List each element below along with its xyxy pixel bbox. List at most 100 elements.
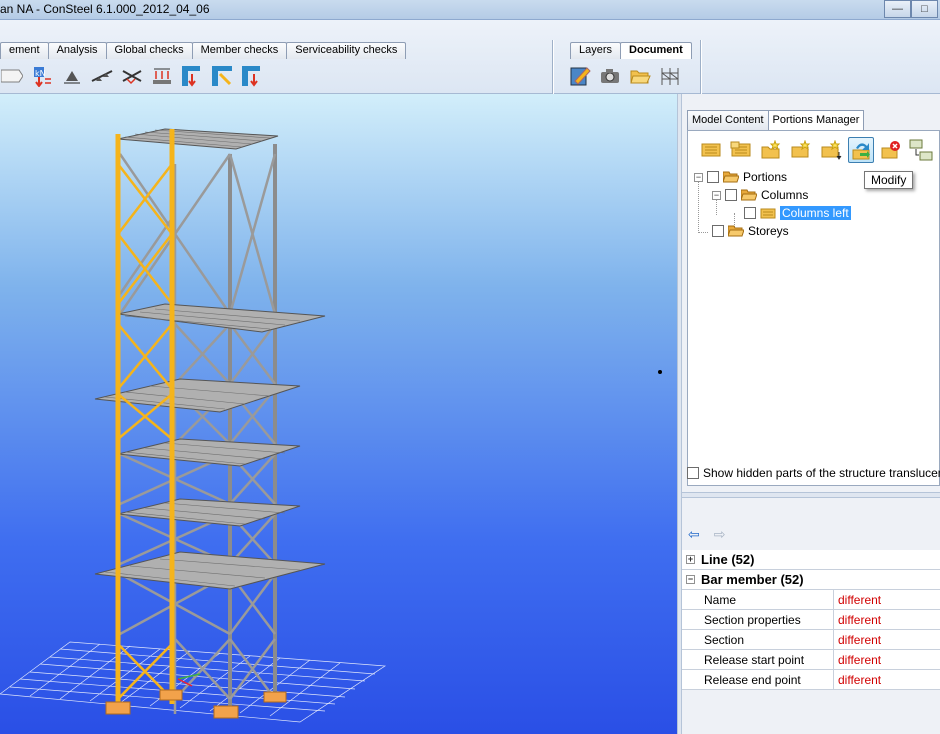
toolbar-icons-left: kN	[0, 64, 264, 88]
toolbar-icons-right	[568, 64, 682, 88]
property-key: Release start point	[682, 650, 834, 670]
property-value[interactable]: different	[834, 610, 940, 630]
panel-tabs: Model Content Portions Manager	[687, 110, 865, 130]
modify-tooltip: Modify	[864, 171, 914, 189]
property-row[interactable]: Name different	[682, 590, 940, 610]
load-group-icon[interactable]	[150, 64, 174, 88]
side-panel: Model Content Portions Manager Modify − …	[682, 94, 940, 734]
rename-icon[interactable]	[908, 137, 934, 163]
property-category-bar-member[interactable]: − Bar member (52)	[682, 570, 940, 590]
tree-node-storeys[interactable]: Storeys	[712, 223, 789, 239]
structure-icon[interactable]	[658, 64, 682, 88]
portion-new-icon[interactable]	[698, 137, 724, 163]
foundations	[105, 689, 287, 719]
show-hidden-checkbox[interactable]	[687, 467, 699, 479]
line-support-icon[interactable]	[90, 64, 114, 88]
camera-icon[interactable]	[598, 64, 622, 88]
portions-toolbar	[698, 137, 934, 163]
forward-arrow-icon[interactable]: ⇨	[714, 526, 726, 543]
property-key: Section properties	[682, 610, 834, 630]
window-controls: — □	[884, 0, 938, 18]
property-key: Release end point	[682, 670, 834, 690]
property-key: Name	[682, 590, 834, 610]
folder-open-icon	[728, 225, 744, 237]
minimize-button[interactable]: —	[884, 0, 911, 18]
tree-checkbox[interactable]	[744, 207, 756, 219]
edit-document-icon[interactable]	[568, 64, 592, 88]
folder-new-icon[interactable]	[758, 137, 784, 163]
title-bar: an NA - ConSteel 6.1.000_2012_04_06 — □	[0, 0, 940, 20]
tab-member-checks[interactable]: Member checks	[191, 42, 288, 59]
delete-icon[interactable]	[878, 137, 904, 163]
property-value[interactable]: different	[834, 650, 940, 670]
load-icon[interactable]: kN	[30, 64, 54, 88]
category-label: Bar member (52)	[701, 572, 804, 587]
floor-platforms	[94, 128, 326, 590]
tree-node-columns-left[interactable]: Columns left	[744, 205, 851, 221]
maximize-button[interactable]: □	[911, 0, 938, 18]
tree-node-portions[interactable]: − Portions	[694, 169, 787, 185]
portions-manager-panel: Modify − Portions − Columns Columns left…	[687, 130, 940, 486]
tab-element[interactable]: ement	[0, 42, 49, 59]
property-row[interactable]: Section different	[682, 630, 940, 650]
tree-label: Storeys	[748, 224, 789, 238]
portion-star-down-icon[interactable]	[818, 137, 844, 163]
bracing-icon[interactable]	[120, 64, 144, 88]
portion-copy-icon[interactable]	[728, 137, 754, 163]
member-icon[interactable]	[0, 64, 24, 88]
property-value[interactable]: different	[834, 590, 940, 610]
tree-checkbox[interactable]	[707, 171, 719, 183]
tab-layers[interactable]: Layers	[570, 42, 622, 59]
show-hidden-option[interactable]: Show hidden parts of the structure trans…	[687, 466, 940, 480]
selected-bracing-left	[117, 163, 173, 700]
main-tabs: ement Analysis Global checks Member chec…	[0, 42, 407, 59]
tab-analysis[interactable]: Analysis	[47, 42, 107, 59]
tree-guide	[698, 232, 708, 233]
property-row[interactable]: Release end point different	[682, 670, 940, 690]
property-row[interactable]: Release start point different	[682, 650, 940, 670]
collapse-icon[interactable]: −	[694, 172, 703, 182]
folder-open-icon	[723, 171, 739, 183]
tab-document[interactable]: Document	[620, 42, 692, 59]
support-icon[interactable]	[60, 64, 84, 88]
modify-icon[interactable]	[848, 137, 874, 163]
tree-checkbox[interactable]	[712, 225, 724, 237]
property-value[interactable]: different	[834, 670, 940, 690]
properties-grid: + Line (52) − Bar member (52) Name diffe…	[682, 550, 940, 690]
member-down-icon[interactable]	[240, 64, 264, 88]
svg-text:kN: kN	[35, 69, 46, 78]
frame-icon[interactable]	[210, 64, 234, 88]
tree-label: Portions	[743, 170, 788, 184]
property-category-line[interactable]: + Line (52)	[682, 550, 940, 570]
portion-star-icon[interactable]	[788, 137, 814, 163]
tree-label: Columns left	[780, 206, 851, 220]
folder-open-icon	[741, 189, 757, 201]
property-value[interactable]: different	[834, 630, 940, 650]
portion-icon	[760, 208, 776, 219]
open-folder-icon[interactable]	[628, 64, 652, 88]
document-tabs: Layers Document	[570, 42, 692, 59]
tab-serviceability-checks[interactable]: Serviceability checks	[286, 42, 407, 59]
tab-global-checks[interactable]: Global checks	[105, 42, 193, 59]
tab-portions-manager[interactable]: Portions Manager	[767, 110, 865, 130]
show-hidden-label: Show hidden parts of the structure trans…	[703, 466, 940, 480]
tree-node-columns[interactable]: − Columns	[712, 187, 808, 203]
window-title: an NA - ConSteel 6.1.000_2012_04_06	[0, 2, 210, 16]
panel-splitter-horizontal[interactable]	[682, 492, 940, 498]
collapse-icon[interactable]: −	[686, 575, 695, 584]
tree-checkbox[interactable]	[725, 189, 737, 201]
property-row[interactable]: Section properties different	[682, 610, 940, 630]
tab-model-content[interactable]: Model Content	[687, 110, 769, 130]
property-key: Section	[682, 630, 834, 650]
model-viewport[interactable]	[0, 94, 677, 734]
expand-icon[interactable]: +	[686, 555, 695, 564]
tree-label: Columns	[761, 188, 809, 202]
pivot-point	[658, 370, 662, 374]
structure-3d-view	[0, 128, 662, 723]
column-section-icon[interactable]	[180, 64, 204, 88]
back-arrow-icon[interactable]: ⇦	[688, 526, 700, 543]
collapse-icon[interactable]: −	[712, 190, 721, 200]
ribbon-toolbar: ement Analysis Global checks Member chec…	[0, 20, 940, 112]
property-nav: ⇦ ⇨	[688, 526, 725, 543]
category-label: Line (52)	[701, 552, 755, 567]
